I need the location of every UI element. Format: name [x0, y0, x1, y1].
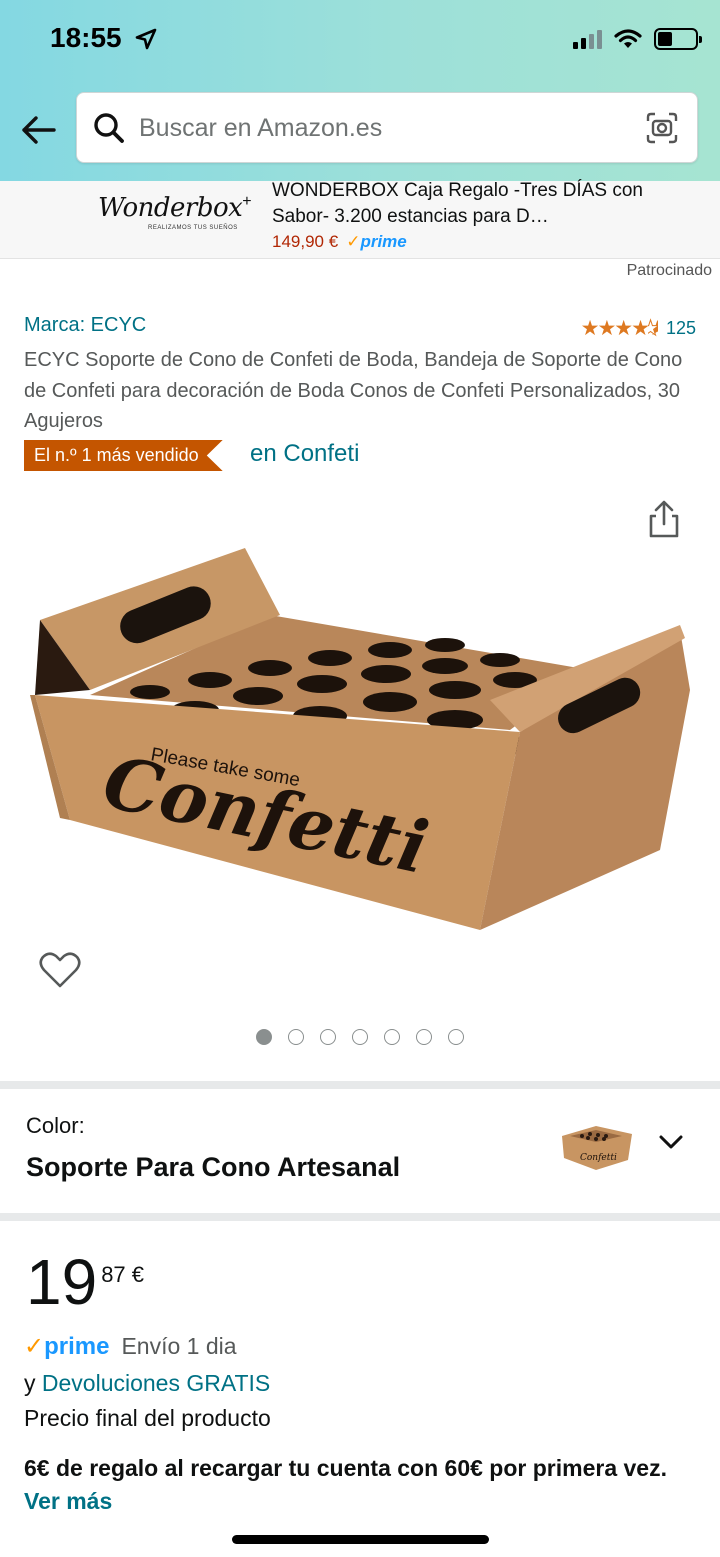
heart-icon[interactable]: [38, 950, 82, 990]
wifi-icon: [614, 29, 642, 48]
camera-lens-icon[interactable]: [645, 111, 679, 145]
returns-prefix: y: [24, 1370, 42, 1396]
pagination-dot[interactable]: [384, 1029, 400, 1045]
back-arrow-icon[interactable]: [18, 110, 58, 150]
pagination-dot[interactable]: [320, 1029, 336, 1045]
sponsored-price-row: 149,90 € ✓prime: [272, 232, 407, 252]
returns-row: y Devoluciones GRATIS: [24, 1370, 270, 1397]
search-bar[interactable]: [76, 92, 698, 163]
cellular-signal-icon: [573, 29, 602, 49]
final-price-note: Precio final del producto: [24, 1405, 271, 1431]
delivery-text: Envío 1 dia: [121, 1333, 237, 1359]
sponsored-label[interactable]: Patrocinado: [627, 262, 712, 280]
svg-text:Confetti: Confetti: [580, 1153, 617, 1163]
rating[interactable]: ★★★★★★ 125: [581, 316, 696, 341]
price-fraction: 87 €: [101, 1262, 145, 1287]
battery-icon: [654, 28, 702, 50]
sponsored-banner[interactable]: Wonderbox+ REALIZAMOS TUS SUEÑOS WONDERB…: [0, 178, 720, 259]
product-image[interactable]: Please take some Confetti: [0, 520, 720, 950]
free-returns-link[interactable]: Devoluciones GRATIS: [42, 1370, 270, 1396]
pagination-dot[interactable]: [288, 1029, 304, 1045]
chevron-down-icon[interactable]: [658, 1132, 684, 1152]
price-whole: 19: [26, 1246, 98, 1318]
pagination-dot[interactable]: [352, 1029, 368, 1045]
status-time: 18:55: [50, 22, 122, 53]
divider: [0, 1081, 720, 1089]
status-icons: [573, 28, 702, 50]
price: 19 87 €: [26, 1250, 144, 1314]
prime-delivery-row: ✓prime Envío 1 dia: [24, 1332, 237, 1361]
pagination-dot[interactable]: [416, 1029, 432, 1045]
bestseller-badge[interactable]: El n.º 1 más vendido: [24, 440, 223, 471]
search-icon: [94, 113, 124, 143]
promo-text: 6€ de regalo al recargar tu cuenta con 6…: [24, 1452, 696, 1518]
home-indicator[interactable]: [232, 1535, 489, 1544]
sponsored-price: 149,90 €: [272, 232, 339, 251]
location-arrow-icon: [135, 28, 157, 50]
see-more-link[interactable]: Ver más: [24, 1488, 112, 1514]
top-bar: 18:55: [0, 0, 720, 181]
star-rating-icon: ★★★★★★: [580, 317, 658, 341]
image-pagination[interactable]: [0, 1029, 720, 1045]
rating-count[interactable]: 125: [666, 318, 696, 339]
brand-link[interactable]: Marca: ECYC: [24, 314, 146, 337]
divider: [0, 1213, 720, 1221]
prime-badge: ✓prime: [346, 232, 407, 251]
color-swatch-thumbnail[interactable]: Confetti: [556, 1122, 636, 1172]
sponsored-title[interactable]: WONDERBOX Caja Regalo -Tres DÍAS con Sab…: [272, 178, 692, 230]
color-label: Color:: [26, 1113, 85, 1138]
promo-message: 6€ de regalo al recargar tu cuenta con 6…: [24, 1455, 667, 1481]
prime-logo: ✓prime: [24, 1333, 110, 1360]
pagination-dot[interactable]: [448, 1029, 464, 1045]
search-input[interactable]: [139, 109, 619, 147]
wonderbox-logo: Wonderbox+ REALIZAMOS TUS SUEÑOS: [98, 193, 252, 231]
product-title: ECYC Soporte de Cono de Confeti de Boda,…: [24, 349, 683, 432]
bestseller-category-link[interactable]: en Confeti: [250, 440, 359, 468]
pagination-dot[interactable]: [256, 1029, 272, 1045]
color-value[interactable]: Soporte Para Cono Artesanal: [26, 1152, 400, 1183]
